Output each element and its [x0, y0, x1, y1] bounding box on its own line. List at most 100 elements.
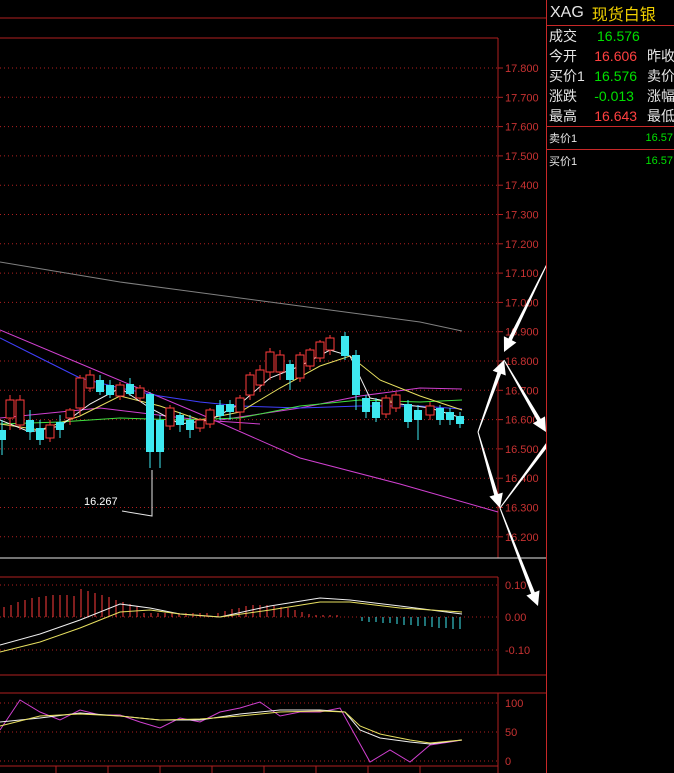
candle-body-down [436, 408, 444, 420]
candle-body-down [446, 412, 454, 420]
price-tick-label: 16.500 [505, 444, 539, 456]
candle-body-down [216, 405, 224, 416]
quote-row-right: 涨幅 [647, 88, 674, 104]
arrow [477, 431, 503, 508]
quote-row-value: 16.606 [594, 48, 638, 64]
macd-tick-label: 0.00 [505, 612, 526, 624]
candle-body-down [186, 420, 194, 430]
quote-row: 最高 16.643 最低 [547, 106, 674, 126]
low-price-label: 16.267 [84, 496, 118, 508]
candle-body-up [275, 354, 285, 373]
candle-body-up [245, 374, 255, 396]
candlesticks [0, 332, 464, 468]
quote-row-label: 成交 [549, 28, 577, 44]
candle-body-up [295, 354, 305, 379]
candle-body-up [5, 399, 15, 419]
candle-body-up [75, 377, 85, 409]
ask-row: 卖价1 16.57 [547, 127, 674, 149]
price-tick-label: 17.600 [505, 122, 539, 134]
bid1-label: 买价1 [549, 156, 578, 168]
candle-body-up [15, 399, 25, 426]
arrow-shape [477, 431, 503, 508]
candle-body-down [56, 422, 64, 430]
candle-body-up [325, 337, 335, 351]
candle-body-down [156, 420, 164, 452]
kdj-axis: 100 50 0 [0, 698, 523, 768]
candle-body-down [26, 420, 34, 432]
ma250-line [0, 261, 463, 332]
candle-body-up [425, 405, 435, 416]
ask1-value: 16.57 [645, 132, 673, 144]
price-tick-label: 16.300 [505, 503, 539, 515]
candle-body-down [176, 415, 184, 425]
price-tick-label: 16.800 [505, 356, 539, 368]
candle-body-up [205, 409, 215, 425]
quote-row-right: 昨收 [647, 48, 674, 64]
candle-body-down [362, 398, 370, 412]
price-tick-label: 17.800 [505, 63, 539, 75]
candle-body-down [36, 428, 44, 440]
macd-tick-label: 0.10 [505, 580, 526, 592]
kdj-tick-label: 100 [505, 698, 523, 710]
candle-body-up [265, 351, 275, 373]
candle-body-down [352, 355, 360, 395]
candle-body-up [165, 407, 175, 427]
macd-dea-line [0, 601, 463, 653]
kdj-j-line [0, 699, 463, 763]
candle-body-down [286, 364, 294, 380]
price-axis: 17.800 17.700 17.600 17.500 17.400 17.300 17.2… [0, 63, 539, 544]
candle-body-down [341, 336, 349, 356]
quote-row: 今开 16.606 昨收 [547, 46, 674, 66]
quote-row-value: -0.013 [594, 88, 634, 104]
low-price-marker: 16.267 [84, 470, 153, 517]
quote-row-value: 16.576 [594, 68, 638, 84]
macd-tick-label: -0.10 [505, 645, 530, 657]
quote-row-right: 最低 [647, 108, 674, 124]
candle-body-up [381, 397, 391, 415]
kdj-tick-label: 50 [505, 727, 517, 739]
macd-dif-line [0, 597, 463, 646]
quote-row-label: 买价1 [549, 68, 585, 84]
candle-body-down [226, 404, 234, 412]
quote-row-label: 涨跌 [549, 88, 577, 104]
kdj-tick-label: 0 [505, 756, 511, 768]
candle-body-down [146, 394, 154, 452]
candle-body-down [414, 410, 422, 420]
candle-body-up [255, 369, 265, 386]
candle-body-up [115, 384, 125, 397]
price-tick-label: 16.600 [505, 415, 539, 427]
macd-histogram [0, 589, 463, 653]
kdj-lines [0, 699, 463, 763]
symbol-code: XAG [550, 3, 584, 21]
bid1-value: 16.57 [645, 155, 673, 167]
quote-row: 成交 16.576 [547, 26, 674, 46]
price-tick-label: 17.500 [505, 151, 539, 163]
price-tick-label: 17.100 [505, 268, 539, 280]
quote-row: 买价1 16.576 卖价 [547, 66, 674, 86]
bid-row: 买价1 16.57 [547, 150, 674, 172]
candle-body-down [0, 430, 6, 440]
arrow [477, 360, 506, 433]
price-tick-label: 17.300 [505, 210, 539, 222]
candle-body-down [456, 416, 464, 424]
arrow-shape [477, 360, 506, 433]
candle-body-down [126, 384, 134, 394]
ask1-label: 卖价1 [549, 133, 578, 145]
candle-body-up [195, 419, 205, 429]
candle-body-up [135, 387, 145, 399]
candle-body-down [106, 385, 114, 395]
candle-body-down [96, 380, 104, 392]
quote-row-value: 16.576 [597, 28, 640, 44]
quote-header: XAG 现货白银 [547, 0, 674, 26]
candle-body-down [404, 404, 412, 422]
candle-body-up [391, 394, 401, 409]
price-tick-label: 17.200 [505, 239, 539, 251]
quote-row-label: 最高 [549, 108, 577, 124]
candle-body-down [372, 402, 380, 418]
candle-body-up [235, 397, 245, 413]
quote-row: 涨跌 -0.013 涨幅 [547, 86, 674, 106]
symbol-name: 现货白银 [591, 6, 656, 24]
price-tick-label: 17.400 [505, 180, 539, 192]
quote-rows: 成交 16.576 今开 16.606 昨收 买价1 16.576 卖价 涨跌 … [547, 26, 674, 126]
price-tick-label: 17.000 [505, 297, 539, 309]
